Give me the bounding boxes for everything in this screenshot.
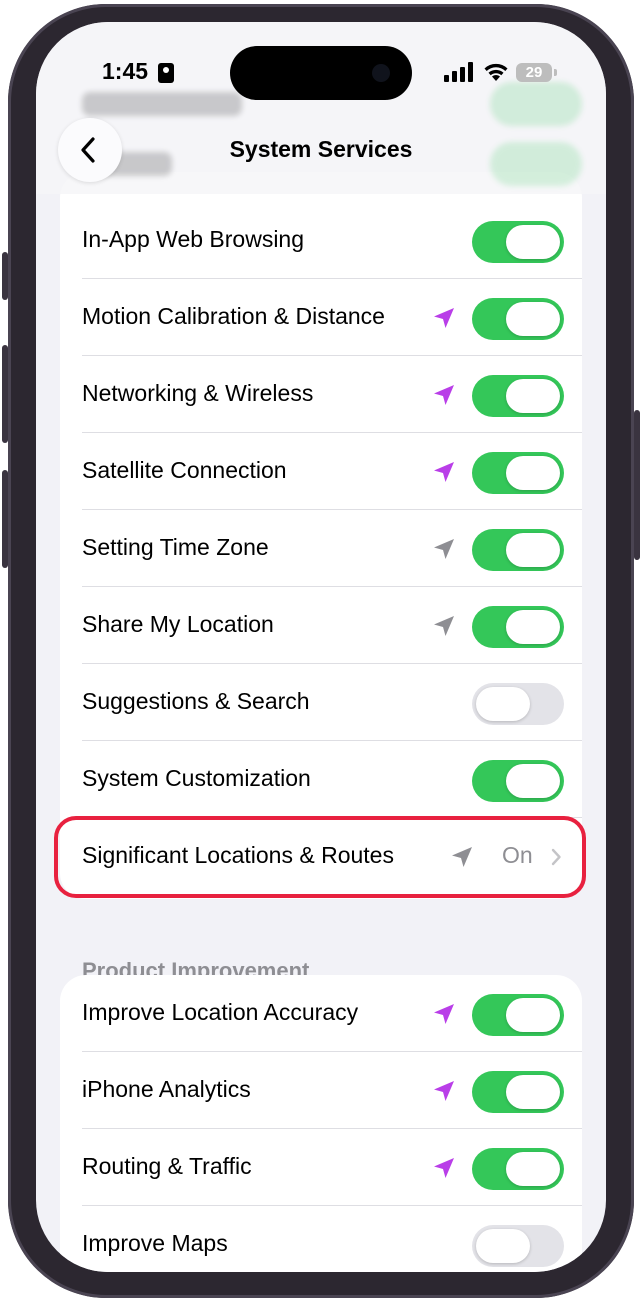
service-row: Motion Calibration & Distance xyxy=(60,279,582,356)
id-card-icon xyxy=(158,63,174,83)
suggestions-search-toggle[interactable] xyxy=(472,683,564,725)
iphone-analytics-toggle[interactable] xyxy=(472,1071,564,1113)
location-arrow-active-icon xyxy=(434,1081,454,1101)
service-row: Share My Location xyxy=(60,587,582,664)
location-arrow-active-icon xyxy=(434,1158,454,1178)
highlight-annotation xyxy=(54,816,586,898)
battery-tip xyxy=(554,69,557,76)
service-label: Share My Location xyxy=(82,611,274,637)
service-label: Setting Time Zone xyxy=(82,534,269,560)
screen: 1:45 29 System Services In-App Web Brows… xyxy=(36,22,606,1272)
service-row: In-App Web Browsing xyxy=(60,202,582,279)
service-row: System Customization xyxy=(60,741,582,818)
in-app-web-browsing-toggle[interactable] xyxy=(472,221,564,263)
service-row: Improve Maps xyxy=(60,1206,582,1272)
routing-traffic-toggle[interactable] xyxy=(472,1148,564,1190)
networking-wireless-toggle[interactable] xyxy=(472,375,564,417)
system-services-list: In-App Web Browsing Motion Calibration &… xyxy=(60,172,582,899)
volume-down-button xyxy=(2,470,8,568)
share-my-location-toggle[interactable] xyxy=(472,606,564,648)
cellular-signal-icon xyxy=(444,62,473,82)
location-arrow-active-icon xyxy=(434,462,454,482)
product-improvement-list: Improve Location Accuracy iPhone Analyti… xyxy=(60,975,582,1272)
page-title: System Services xyxy=(229,136,413,162)
service-row: Satellite Connection xyxy=(60,433,582,510)
system-customization-toggle[interactable] xyxy=(472,760,564,802)
service-row: Improve Location Accuracy xyxy=(60,975,582,1052)
setting-time-zone-toggle[interactable] xyxy=(472,529,564,571)
service-label: System Customization xyxy=(82,765,311,791)
service-row: iPhone Analytics xyxy=(60,1052,582,1129)
service-row: Networking & Wireless xyxy=(60,356,582,433)
improve-location-accuracy-toggle[interactable] xyxy=(472,994,564,1036)
service-label: In-App Web Browsing xyxy=(82,226,305,252)
service-label: Motion Calibration & Distance xyxy=(82,303,385,329)
motion-calibration-toggle[interactable] xyxy=(472,298,564,340)
battery-level: 29 xyxy=(516,63,552,82)
service-row: Routing & Traffic xyxy=(60,1129,582,1206)
front-camera xyxy=(372,64,390,82)
volume-up-button xyxy=(2,345,8,443)
service-label: Suggestions & Search xyxy=(82,688,310,714)
service-label: Satellite Connection xyxy=(82,457,287,483)
satellite-connection-toggle[interactable] xyxy=(472,452,564,494)
service-label: Improve Location Accuracy xyxy=(82,999,359,1025)
location-arrow-recent-icon xyxy=(434,616,454,636)
wifi-icon xyxy=(484,63,508,81)
side-button xyxy=(634,410,640,560)
service-label: iPhone Analytics xyxy=(82,1076,251,1102)
location-arrow-active-icon xyxy=(434,385,454,405)
service-row: Setting Time Zone xyxy=(60,510,582,587)
service-label: Improve Maps xyxy=(82,1230,228,1256)
location-arrow-active-icon xyxy=(434,1004,454,1024)
status-time: 1:45 xyxy=(102,58,149,84)
service-row: Suggestions & Search xyxy=(60,664,582,741)
location-arrow-active-icon xyxy=(434,308,454,328)
improve-maps-toggle[interactable] xyxy=(472,1225,564,1267)
action-button xyxy=(2,252,8,300)
service-label: Networking & Wireless xyxy=(82,380,314,406)
service-label: Routing & Traffic xyxy=(82,1153,252,1179)
location-arrow-recent-icon xyxy=(434,539,454,559)
